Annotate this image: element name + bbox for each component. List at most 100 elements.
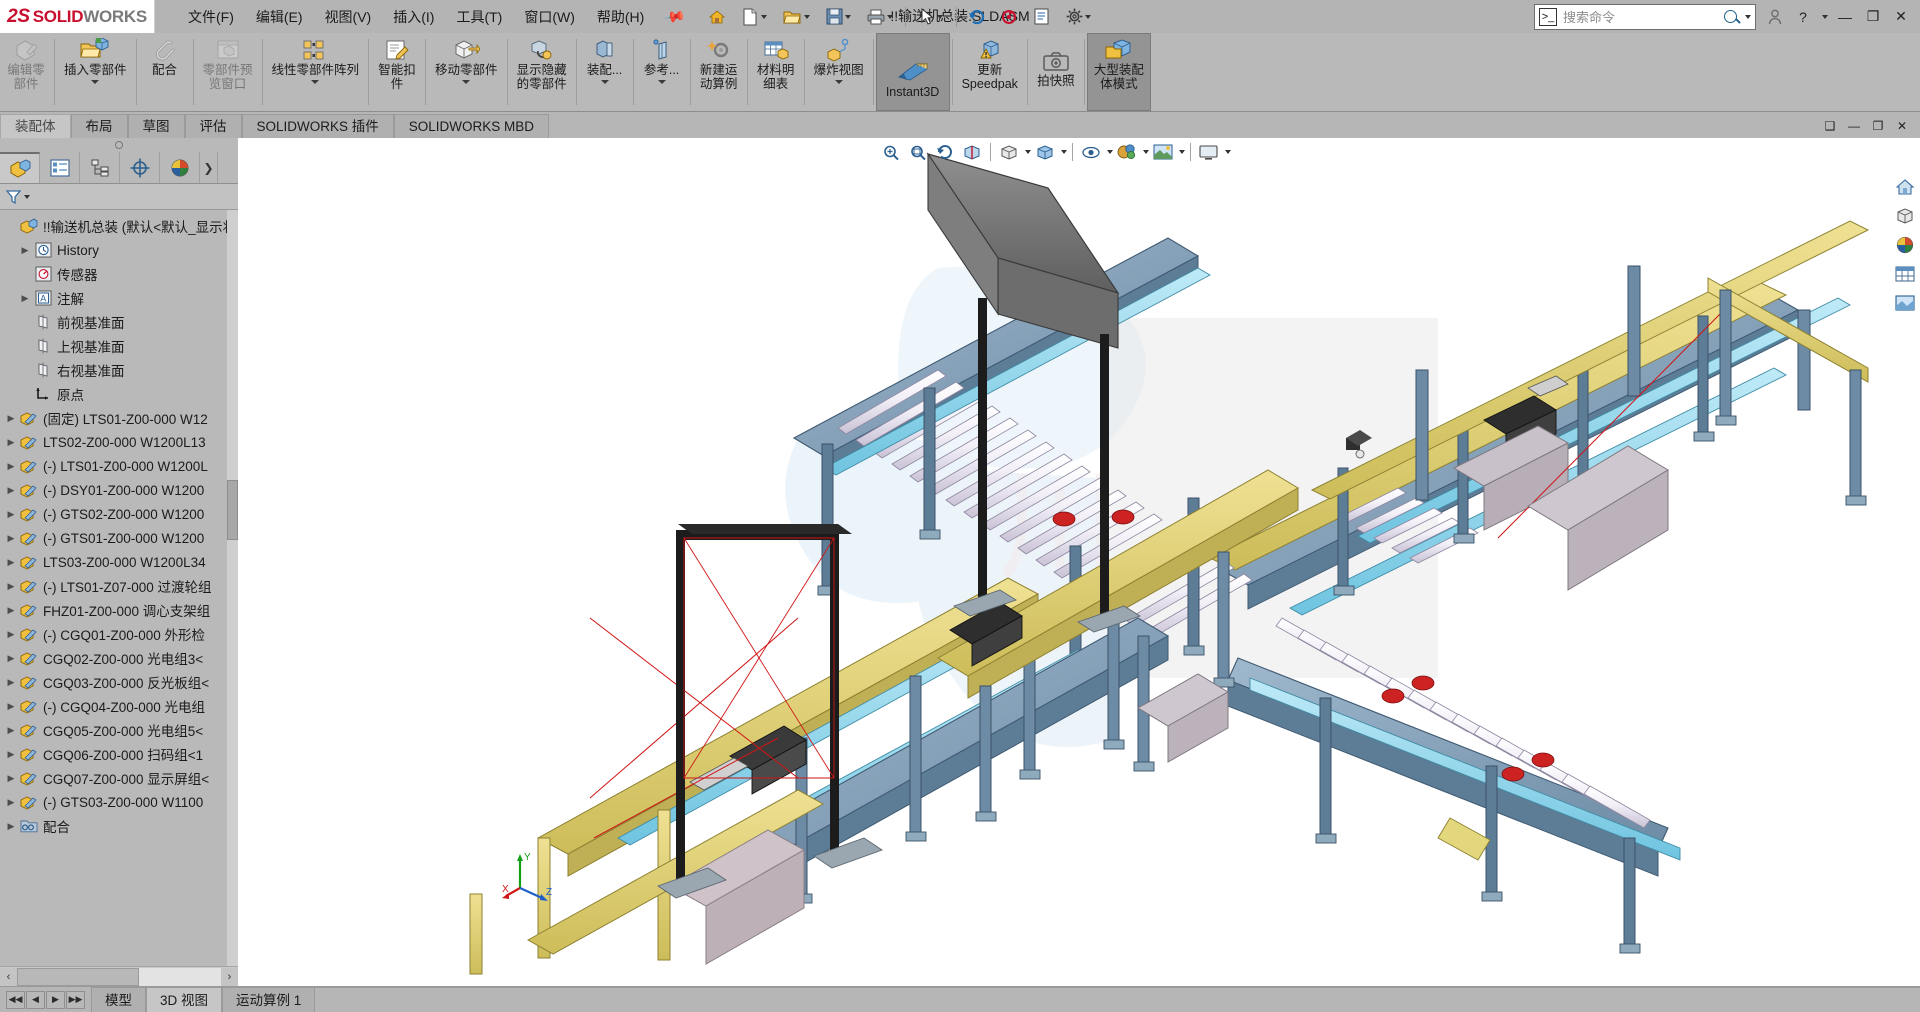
user-account-icon[interactable] <box>1762 4 1788 30</box>
restore-doc-icon[interactable]: ❐ <box>1868 116 1888 136</box>
menu-window[interactable]: 窗口(W) <box>513 3 586 31</box>
menu-tools[interactable]: 工具(T) <box>445 3 513 31</box>
display-style-icon[interactable] <box>1032 140 1058 164</box>
save-icon[interactable] <box>818 4 858 30</box>
expand-arrow-icon[interactable]: ▶ <box>4 437 18 448</box>
help-button[interactable]: ? <box>1790 4 1816 30</box>
tree-item-right-plane[interactable]: ▶右视基准面 <box>0 358 238 382</box>
chevron-down-icon[interactable] <box>1745 14 1751 19</box>
chevron-down-icon[interactable] <box>761 14 768 19</box>
show-hidden-components-button[interactable]: 显示隐藏 的零部件 <box>510 33 574 111</box>
graphics-viewport[interactable]: 川 <box>238 138 1920 986</box>
configuration-manager-tab[interactable] <box>80 152 120 183</box>
tree-item-cgq05[interactable]: ▶ CGQ05-Z00-000 光电组5< <box>0 718 238 742</box>
tab-solidworks-addins[interactable]: SOLIDWORKS 插件 <box>241 114 394 138</box>
exploded-view-button[interactable]: 爆炸视图 <box>807 33 871 111</box>
search-input[interactable]: 搜索命令 <box>1563 7 1718 26</box>
component-preview-window-button[interactable]: 零部件预 览窗口 <box>196 33 260 111</box>
close-button[interactable]: ✕ <box>1888 4 1914 30</box>
expand-arrow-icon[interactable]: ▶ <box>4 797 18 808</box>
assembly-3d-model[interactable]: 川 <box>238 138 1920 986</box>
update-speedpak-button[interactable]: 更新 Speedpak <box>955 33 1025 111</box>
tree-item-cgq03[interactable]: ▶ CGQ03-Z00-000 反光板组< <box>0 670 238 694</box>
expand-arrow-icon[interactable]: ▶ <box>4 533 18 544</box>
insert-components-button[interactable]: 插入零部件 <box>57 33 134 111</box>
large-assembly-mode-button[interactable]: 大型装配 体模式 <box>1086 33 1151 111</box>
tree-item-lts01-z07[interactable]: ▶ (-) LTS01-Z07-000 过渡轮组 <box>0 574 238 598</box>
bottom-tab-motion-study-1[interactable]: 运动算例 1 <box>222 987 316 1012</box>
appearances-palette-icon[interactable] <box>1892 232 1918 258</box>
new-document-icon[interactable] <box>734 4 774 30</box>
expand-arrow-icon[interactable]: ▶ <box>4 677 18 688</box>
options-gear-icon[interactable] <box>1058 4 1098 30</box>
instant3d-button[interactable]: Instant3D <box>875 33 950 111</box>
scrollbar-thumb[interactable] <box>227 480 238 540</box>
tab-assembly[interactable]: 装配体 <box>0 114 71 138</box>
hide-show-items-icon[interactable] <box>1078 140 1104 164</box>
menu-insert[interactable]: 插入(I) <box>382 3 445 31</box>
last-tab-button[interactable]: ▶▶ <box>66 990 85 1009</box>
tree-item-cgq01[interactable]: ▶ (-) CGQ01-Z00-000 外形检 <box>0 622 238 646</box>
expand-arrow-icon[interactable]: ▶ <box>4 749 18 760</box>
close-doc-icon[interactable]: ✕ <box>1892 116 1912 136</box>
minimize-doc-icon[interactable]: — <box>1844 116 1864 136</box>
display-manager-tab[interactable] <box>160 152 200 183</box>
feature-tree[interactable]: ▶!!输送机总装 (默认<默认_显示状▶History▶传感器▶A注解▶前视基准… <box>0 210 238 966</box>
chevron-down-icon[interactable] <box>1061 150 1067 154</box>
scrollbar-thumb[interactable] <box>17 967 139 986</box>
next-tab-button[interactable]: ▶ <box>46 990 65 1009</box>
reference-geometry-button[interactable]: 参考... <box>636 33 688 111</box>
tree-item-gts01[interactable]: ▶ (-) GTS01-Z00-000 W1200 <box>0 526 238 550</box>
custom-view-icon[interactable] <box>1892 290 1918 316</box>
minimize-button[interactable]: — <box>1832 4 1858 30</box>
tree-item-front-plane[interactable]: ▶前视基准面 <box>0 310 238 334</box>
tree-item-mates[interactable]: ▶ 配合 <box>0 814 238 838</box>
chevron-down-icon[interactable] <box>1107 150 1113 154</box>
pin-icon[interactable]: 📌 <box>662 4 688 30</box>
tree-item-top-plane[interactable]: ▶上视基准面 <box>0 334 238 358</box>
chevron-down-icon[interactable] <box>311 79 320 84</box>
tree-item-lts02[interactable]: ▶ LTS02-Z00-000 W1200L13 <box>0 430 238 454</box>
file-properties-icon[interactable] <box>1026 4 1056 30</box>
zoom-to-area-icon[interactable] <box>905 140 931 164</box>
menu-edit[interactable]: 编辑(E) <box>245 3 314 31</box>
edit-component-button[interactable]: 编辑零 部件 <box>0 33 52 111</box>
expand-arrow-icon[interactable]: ▶ <box>4 821 18 832</box>
view-settings-icon[interactable] <box>1196 140 1222 164</box>
take-snapshot-button[interactable]: 拍快照 <box>1030 33 1082 111</box>
expand-arrow-icon[interactable]: ▶ <box>4 725 18 736</box>
new-motion-study-button[interactable]: 新建运 动算例 <box>693 33 745 111</box>
expand-arrow-icon[interactable]: ▶ <box>4 605 18 616</box>
assembly-features-button[interactable]: 装配... <box>579 33 631 111</box>
chevron-down-icon[interactable] <box>803 14 810 19</box>
scroll-right-button[interactable]: › <box>221 967 238 986</box>
expand-arrow-icon[interactable]: ▶ <box>18 293 32 304</box>
expand-arrow-icon[interactable]: ▶ <box>4 629 18 640</box>
chevron-down-icon[interactable] <box>1025 150 1031 154</box>
view-orientation-cube-icon[interactable] <box>1892 203 1918 229</box>
tree-item-lts03[interactable]: ▶ LTS03-Z00-000 W1200L34 <box>0 550 238 574</box>
tree-item-cgq06[interactable]: ▶ CGQ06-Z00-000 扫码组<1 <box>0 742 238 766</box>
expand-arrow-icon[interactable]: ▶ <box>4 557 18 568</box>
expand-arrow-icon[interactable]: ▶ <box>4 653 18 664</box>
bill-of-materials-button[interactable]: 材料明 细表 <box>750 33 802 111</box>
tree-item-gts02[interactable]: ▶ (-) GTS02-Z00-000 W1200 <box>0 502 238 526</box>
chevron-down-icon[interactable] <box>844 14 851 19</box>
more-tabs-button[interactable]: ❯ <box>200 152 218 183</box>
chevron-down-icon[interactable] <box>834 79 843 84</box>
panel-resize-handle[interactable] <box>0 138 238 152</box>
tree-item-lts01[interactable]: ▶ (-) LTS01-Z00-000 W1200L <box>0 454 238 478</box>
tree-item-dsy01[interactable]: ▶ (-) DSY01-Z00-000 W1200 <box>0 478 238 502</box>
previous-view-icon[interactable] <box>932 140 958 164</box>
dimxpert-manager-tab[interactable] <box>120 152 160 183</box>
apply-scene-icon[interactable] <box>1150 140 1176 164</box>
smart-fasteners-button[interactable]: 智能扣 件 <box>371 33 423 111</box>
menu-file[interactable]: 文件(F) <box>177 3 245 31</box>
chevron-down-icon[interactable] <box>462 79 471 84</box>
chevron-down-icon[interactable] <box>1179 150 1185 154</box>
chevron-down-icon[interactable] <box>24 194 30 199</box>
expand-arrow-icon[interactable]: ▶ <box>4 413 18 424</box>
expand-arrow-icon[interactable]: ▶ <box>4 485 18 496</box>
tree-item-sensors[interactable]: ▶传感器 <box>0 262 238 286</box>
menu-help[interactable]: 帮助(H) <box>586 3 655 31</box>
